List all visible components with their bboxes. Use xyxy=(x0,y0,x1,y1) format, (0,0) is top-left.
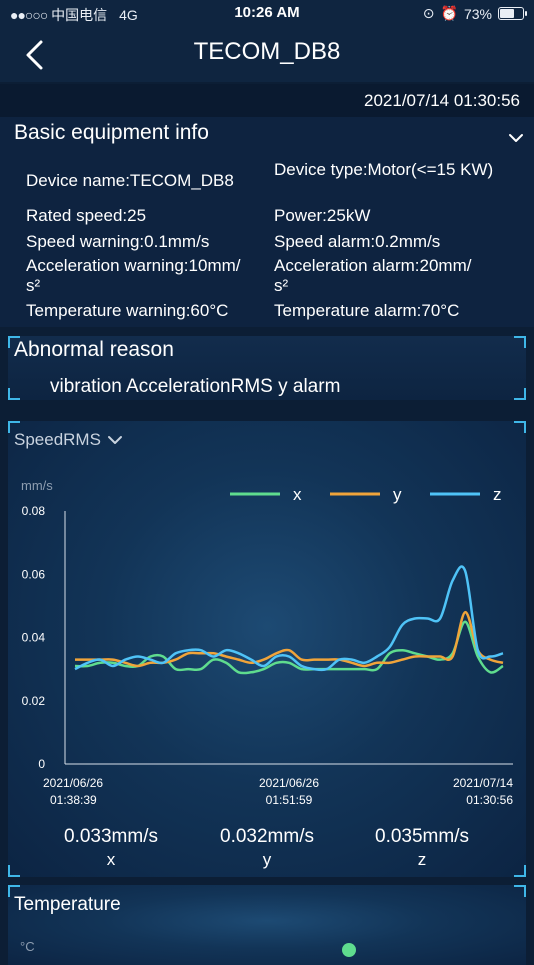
battery-label: 73% xyxy=(463,5,492,22)
speed-chart-panel: SpeedRMS mm/s 0 0.02 0.04 0.06 0.08 2021/06/26… xyxy=(8,421,526,877)
stat-z-value: 0.035mm/s xyxy=(375,826,469,847)
acceleration-alarm: Acceleration alarm:20mm/ xyxy=(274,256,472,275)
abnormal-reason-panel: Abnormal reason vibration AccelerationRM… xyxy=(8,336,526,400)
x-tick-label: 01:30:56 xyxy=(466,793,513,807)
timestamp-bar: 2021/07/14 01:30:56 xyxy=(0,84,534,117)
page-title: TECOM_DB8 xyxy=(193,38,341,65)
battery-icon xyxy=(498,7,527,20)
status-right: ⊙ ⏰ 73% xyxy=(422,5,527,22)
status-bar: ●●○○○ 中国电信 4G 10:26 AM ⊙ ⏰ 73% xyxy=(0,0,534,28)
panel-corner xyxy=(514,388,526,400)
power: Power:25kW xyxy=(274,206,371,225)
collapse-toggle[interactable] xyxy=(506,129,526,145)
speed-rms-chart: mm/s 0 0.02 0.04 0.06 0.08 2021/06/26 01:38:39 2… xyxy=(21,478,513,807)
series-line-z xyxy=(74,565,504,672)
legend-label-z: z xyxy=(493,485,502,504)
x-tick-label: 2021/06/26 xyxy=(259,776,319,790)
abnormal-reason-text: vibration AccelerationRMS y alarm xyxy=(50,376,341,397)
temperature-chart-panel: Temperature °C xyxy=(8,885,526,965)
y-tick-label: 0.08 xyxy=(22,504,46,518)
alarm-icon: ⏰ xyxy=(440,5,458,21)
x-tick-label: 01:38:39 xyxy=(50,793,97,807)
panel-corner xyxy=(8,865,20,877)
stat-y-value: 0.032mm/s xyxy=(220,826,314,847)
basic-info-title: Basic equipment info xyxy=(14,121,209,144)
stat-x-label: x xyxy=(106,850,116,869)
timestamp: 2021/07/14 01:30:56 xyxy=(364,91,520,110)
panel-corner xyxy=(514,336,526,348)
stat-y-label: y xyxy=(262,850,272,869)
device-type: Device type:Motor(<=15 KW) xyxy=(274,160,494,179)
stat-x-value: 0.033mm/s xyxy=(64,826,158,847)
speed-warning: Speed warning:0.1mm/s xyxy=(26,232,210,251)
acceleration-warning: Acceleration warning:10mm/ xyxy=(26,256,241,275)
temperature-unit: °C xyxy=(20,939,35,954)
legend-label-x: x xyxy=(293,485,302,504)
y-axis-unit: mm/s xyxy=(21,478,53,493)
stat-z-label: z xyxy=(417,850,427,869)
abnormal-reason-title: Abnormal reason xyxy=(14,338,174,361)
nav-bar: TECOM_DB8 xyxy=(0,28,534,82)
legend-dot xyxy=(342,943,356,957)
x-tick-label: 2021/07/14 xyxy=(453,776,513,790)
basic-info-section: Basic equipment info Device name:TECOM_D… xyxy=(0,117,534,327)
legend-label-y: y xyxy=(393,485,402,504)
x-tick-label: 01:51:59 xyxy=(266,793,313,807)
rotation-lock-icon: ⊙ xyxy=(422,5,435,21)
y-tick-label: 0.04 xyxy=(22,631,46,645)
acceleration-alarm-unit: s² xyxy=(274,276,289,295)
panel-corner xyxy=(514,865,526,877)
rated-speed: Rated speed:25 xyxy=(26,206,147,225)
y-tick-label: 0.06 xyxy=(22,567,46,581)
temperature-alarm: Temperature alarm:70°C xyxy=(274,301,460,320)
y-tick-label: 0.02 xyxy=(22,694,46,708)
device-name: Device name:TECOM_DB8 xyxy=(26,171,234,190)
temperature-title: Temperature xyxy=(14,894,121,915)
y-tick-label: 0 xyxy=(38,757,45,771)
panel-corner xyxy=(514,885,526,897)
x-tick-label: 2021/06/26 xyxy=(43,776,103,790)
chevron-down-icon xyxy=(509,134,523,142)
acceleration-warning-unit: s² xyxy=(26,276,41,295)
panel-corner xyxy=(8,388,20,400)
temperature-warning: Temperature warning:60°C xyxy=(26,301,229,320)
speed-alarm: Speed alarm:0.2mm/s xyxy=(274,232,441,251)
